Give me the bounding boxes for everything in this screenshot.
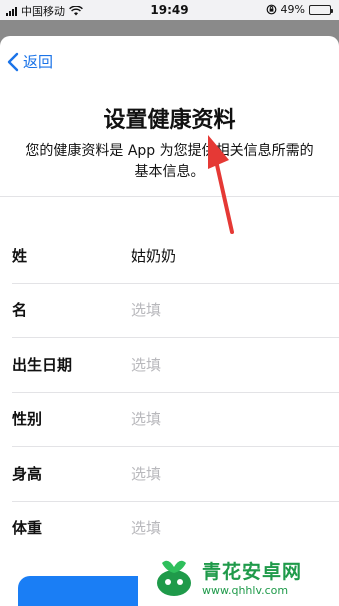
watermark-name: 青花安卓网 (202, 561, 303, 583)
form-row-label: 身高 (12, 464, 43, 483)
form-row-value[interactable]: 姑奶奶 (131, 245, 176, 266)
form-row-value[interactable]: 选填 (131, 463, 161, 484)
form-row-label: 性别 (12, 410, 43, 429)
status-bar: 中国移动 19:49 49% (0, 0, 339, 20)
battery-icon (309, 4, 333, 15)
profile-form: 姓姑奶奶名选填 出生日期 选填 性别 选填 身高 选填 体重 选填 (0, 228, 339, 555)
form-divider (0, 196, 339, 197)
back-button[interactable]: 返回 (6, 51, 53, 72)
form-row-label: 出生日期 (12, 355, 73, 374)
battery-percent: 49% (280, 3, 305, 16)
form-row-label: 体重 (12, 519, 43, 538)
site-logo-icon (157, 560, 191, 596)
form-row[interactable]: 性别 选填 (0, 391, 339, 447)
form-row-label: 名 (12, 301, 28, 320)
form-row-label: 姓 (12, 246, 28, 265)
form-row[interactable]: 身高 选填 (0, 446, 339, 501)
form-row[interactable]: 体重 选填 (0, 500, 339, 556)
form-row-value[interactable]: 选填 (131, 517, 161, 538)
form-row[interactable]: 出生日期 选填 (0, 337, 339, 392)
form-row-value[interactable]: 选填 (131, 354, 161, 375)
watermark-url: www.qhhlv.com (202, 584, 289, 597)
status-right: 49% (266, 3, 333, 16)
form-row-value[interactable]: 选填 (131, 408, 161, 429)
health-profile-sheet: 返回 设置健康资料 您的健康资料是 App 为您提供相关信息所需的基本信息。 姓… (0, 36, 339, 606)
back-label: 返回 (23, 53, 54, 71)
orientation-lock-icon (266, 4, 276, 15)
watermark: 青花安卓网 www.qhhlv.com (138, 548, 339, 606)
chevron-left-icon (7, 52, 19, 71)
page-subtitle: 您的健康资料是 App 为您提供相关信息所需的基本信息。 (25, 143, 314, 180)
page-title: 设置健康资料 (103, 108, 236, 133)
form-row[interactable]: 名 选填 (0, 282, 339, 338)
form-row-value[interactable]: 选填 (131, 299, 161, 320)
form-row[interactable]: 姓 姑奶奶 (0, 228, 339, 283)
annotation-arrow-icon (208, 135, 234, 234)
